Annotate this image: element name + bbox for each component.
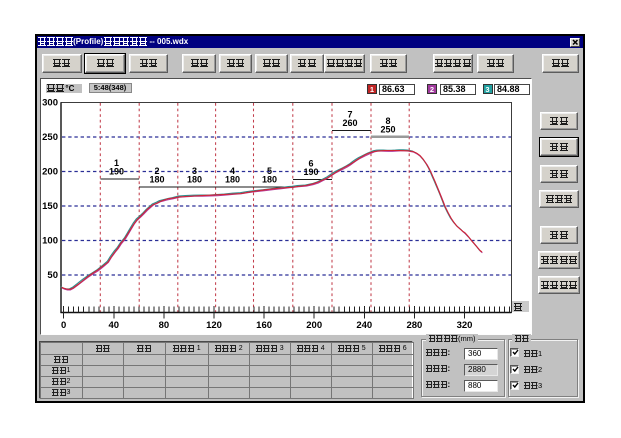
- svg-text:180: 180: [149, 174, 164, 184]
- svg-text:0: 0: [61, 320, 66, 331]
- svg-text:80: 80: [159, 320, 170, 331]
- svg-text:250: 250: [42, 132, 58, 143]
- svg-text:40: 40: [109, 320, 120, 331]
- svg-text:200: 200: [306, 320, 322, 331]
- svg-text:250: 250: [380, 124, 395, 134]
- svg-text:240: 240: [356, 320, 372, 331]
- svg-text:160: 160: [256, 320, 272, 331]
- svg-text:190: 190: [303, 166, 318, 176]
- svg-text:100: 100: [42, 235, 58, 246]
- svg-text:200: 200: [42, 166, 58, 177]
- svg-text:180: 180: [262, 174, 277, 184]
- svg-text:280: 280: [406, 320, 422, 331]
- svg-text:320: 320: [457, 320, 473, 331]
- svg-text:190: 190: [109, 166, 124, 176]
- svg-text:180: 180: [187, 174, 202, 184]
- svg-text:180: 180: [225, 174, 240, 184]
- svg-text:150: 150: [42, 201, 58, 212]
- svg-text:50: 50: [47, 270, 58, 281]
- svg-text:260: 260: [342, 117, 357, 127]
- svg-text:300: 300: [42, 97, 58, 108]
- svg-text:120: 120: [206, 320, 222, 331]
